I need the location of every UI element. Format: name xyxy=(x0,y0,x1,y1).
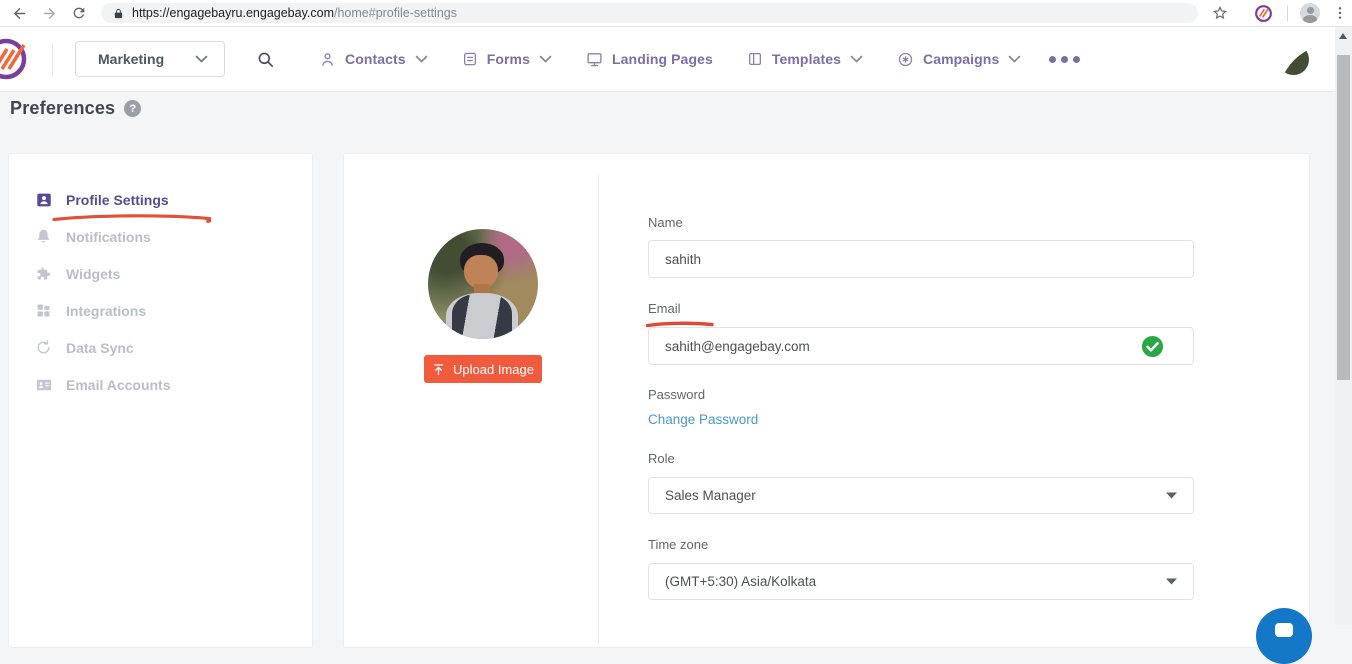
sidebar-item-data-sync[interactable]: Data Sync xyxy=(9,329,312,366)
upload-icon xyxy=(432,363,445,376)
scrollbar-up-arrow[interactable] xyxy=(1339,33,1347,39)
browser-forward-icon[interactable] xyxy=(40,4,58,22)
layout-icon xyxy=(747,51,763,67)
sidebar-item-label: Integrations xyxy=(66,303,146,319)
nav-label: Templates xyxy=(772,51,841,67)
app-navbar: Marketing Contacts Forms xyxy=(0,27,1335,92)
preferences-sidebar: Profile Settings Notifications Widgets I… xyxy=(8,153,313,648)
nav-item-forms[interactable]: Forms xyxy=(462,51,552,67)
role-select[interactable]: Sales Manager xyxy=(648,477,1194,514)
timezone-select[interactable]: (GMT+5:30) Asia/Kolkata xyxy=(648,563,1194,600)
nav-label: Campaigns xyxy=(923,51,999,67)
bell-icon xyxy=(34,228,53,245)
timezone-label: Time zone xyxy=(648,537,708,552)
timezone-value: (GMT+5:30) Asia/Kolkata xyxy=(665,574,816,589)
person-icon xyxy=(319,51,336,68)
upload-image-button[interactable]: Upload Image xyxy=(424,355,542,383)
red-annotation-underline xyxy=(51,212,211,224)
form-icon xyxy=(462,51,478,67)
address-bar[interactable]: https://engagebayru.engagebay.com/home#p… xyxy=(101,3,1198,23)
help-icon[interactable]: ? xyxy=(124,100,141,117)
toolbar-separator xyxy=(1287,5,1288,21)
profile-badge-icon xyxy=(34,191,53,209)
sidebar-item-label: Notifications xyxy=(66,229,151,245)
role-label: Role xyxy=(648,451,675,466)
page-scrollbar[interactable] xyxy=(1335,27,1352,625)
caret-down-icon xyxy=(1166,492,1177,499)
upload-image-label: Upload Image xyxy=(453,362,534,377)
chevron-down-icon xyxy=(850,55,863,63)
monitor-icon xyxy=(586,51,603,68)
sidebar-item-label: Widgets xyxy=(66,266,120,282)
browser-back-icon[interactable] xyxy=(10,4,28,22)
page-title: Preferences xyxy=(10,98,115,119)
sidebar-item-label: Email Accounts xyxy=(66,377,171,393)
product-switcher-label: Marketing xyxy=(98,51,164,67)
bookmark-star-icon[interactable] xyxy=(1212,5,1228,21)
name-input[interactable] xyxy=(648,240,1194,278)
nav-item-contacts[interactable]: Contacts xyxy=(319,51,428,68)
chevron-down-icon xyxy=(415,55,428,63)
nav-label: Landing Pages xyxy=(612,51,713,67)
chevron-down-icon xyxy=(1008,55,1021,63)
sidebar-item-label: Data Sync xyxy=(66,340,134,356)
engagebay-extension-icon[interactable] xyxy=(1254,4,1273,23)
contact-card-icon xyxy=(34,376,53,394)
user-avatar[interactable] xyxy=(1278,44,1309,75)
change-password-link[interactable]: Change Password xyxy=(648,412,758,427)
navbar-divider xyxy=(52,43,53,76)
email-input[interactable] xyxy=(648,327,1194,365)
chat-widget-button[interactable] xyxy=(1256,608,1312,664)
nav-item-templates[interactable]: Templates xyxy=(747,51,863,67)
engagebay-logo[interactable] xyxy=(0,37,28,81)
nav-label: Contacts xyxy=(345,51,406,67)
email-label: Email xyxy=(648,301,681,316)
campaign-icon xyxy=(897,51,914,68)
scrollbar-thumb[interactable] xyxy=(1337,55,1350,380)
sidebar-item-email-accounts[interactable]: Email Accounts xyxy=(9,366,312,403)
name-label: Name xyxy=(648,215,683,230)
profile-settings-panel: Upload Image Name Email Password Change … xyxy=(343,153,1310,648)
puzzle-icon xyxy=(34,265,53,283)
url-text: https://engagebayru.engagebay.com/home#p… xyxy=(132,6,457,20)
lock-icon xyxy=(113,7,124,20)
panel-divider xyxy=(598,174,599,644)
sync-icon xyxy=(34,339,53,356)
browser-profile-icon[interactable] xyxy=(1300,3,1320,23)
nav-item-campaigns[interactable]: Campaigns xyxy=(897,51,1021,68)
nav-label: Forms xyxy=(487,51,530,67)
nav-more-menu-icon[interactable] xyxy=(1049,56,1080,63)
chevron-down-icon xyxy=(195,55,208,63)
role-value: Sales Manager xyxy=(665,488,756,503)
caret-down-icon xyxy=(1166,578,1177,585)
chat-icon xyxy=(1275,623,1293,637)
sidebar-item-label: Profile Settings xyxy=(66,192,169,208)
nav-item-landing-pages[interactable]: Landing Pages xyxy=(586,51,713,68)
blocks-icon xyxy=(34,302,53,319)
browser-reload-icon[interactable] xyxy=(70,4,88,22)
product-switcher-button[interactable]: Marketing xyxy=(75,41,225,77)
chevron-down-icon xyxy=(539,55,552,63)
verified-check-icon xyxy=(1141,335,1164,358)
sidebar-item-widgets[interactable]: Widgets xyxy=(9,255,312,292)
password-label: Password xyxy=(648,387,705,402)
profile-photo xyxy=(428,229,538,339)
search-icon[interactable] xyxy=(256,50,275,69)
browser-menu-icon[interactable] xyxy=(1332,5,1348,21)
browser-toolbar: https://engagebayru.engagebay.com/home#p… xyxy=(0,0,1352,27)
sidebar-item-integrations[interactable]: Integrations xyxy=(9,292,312,329)
